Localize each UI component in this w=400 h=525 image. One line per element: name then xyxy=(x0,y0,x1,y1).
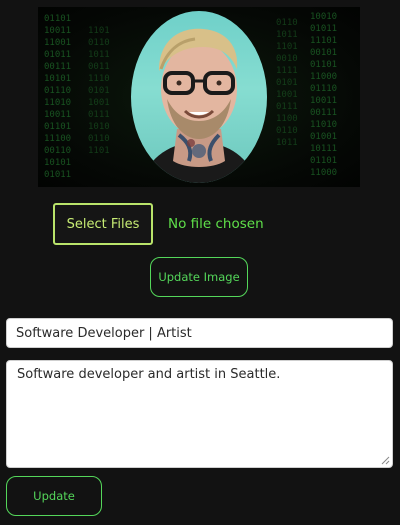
code-background-left-2: 1101 0110 1011 0011 1110 0101 1001 0111 … xyxy=(88,26,110,156)
update-button[interactable]: Update xyxy=(6,476,102,516)
profile-banner: 01101 10011 11001 01011 00111 10101 0111… xyxy=(38,7,360,187)
select-files-button[interactable]: Select Files xyxy=(53,203,153,245)
update-image-button[interactable]: Update Image xyxy=(150,257,248,297)
bio-textarea[interactable]: Software developer and artist in Seattle… xyxy=(6,360,393,468)
bio-text: Software developer and artist in Seattle… xyxy=(17,367,281,382)
file-picker: Select Files No file chosen xyxy=(53,203,264,245)
avatar xyxy=(131,11,267,183)
profile-editor: 01101 10011 11001 01011 00111 10101 0111… xyxy=(0,0,400,525)
resize-handle-icon[interactable] xyxy=(381,456,390,465)
code-background-right: 10010 01011 11101 00101 01101 11000 0111… xyxy=(310,12,338,178)
code-background-left: 01101 10011 11001 01011 00111 10101 0111… xyxy=(44,14,72,180)
file-status-label: No file chosen xyxy=(168,216,264,232)
code-background-right-2: 0110 1011 1101 0010 1111 0101 1001 0111 … xyxy=(276,18,298,148)
profile-photo-icon xyxy=(141,28,257,183)
title-input[interactable]: Software Developer | Artist xyxy=(6,318,393,348)
